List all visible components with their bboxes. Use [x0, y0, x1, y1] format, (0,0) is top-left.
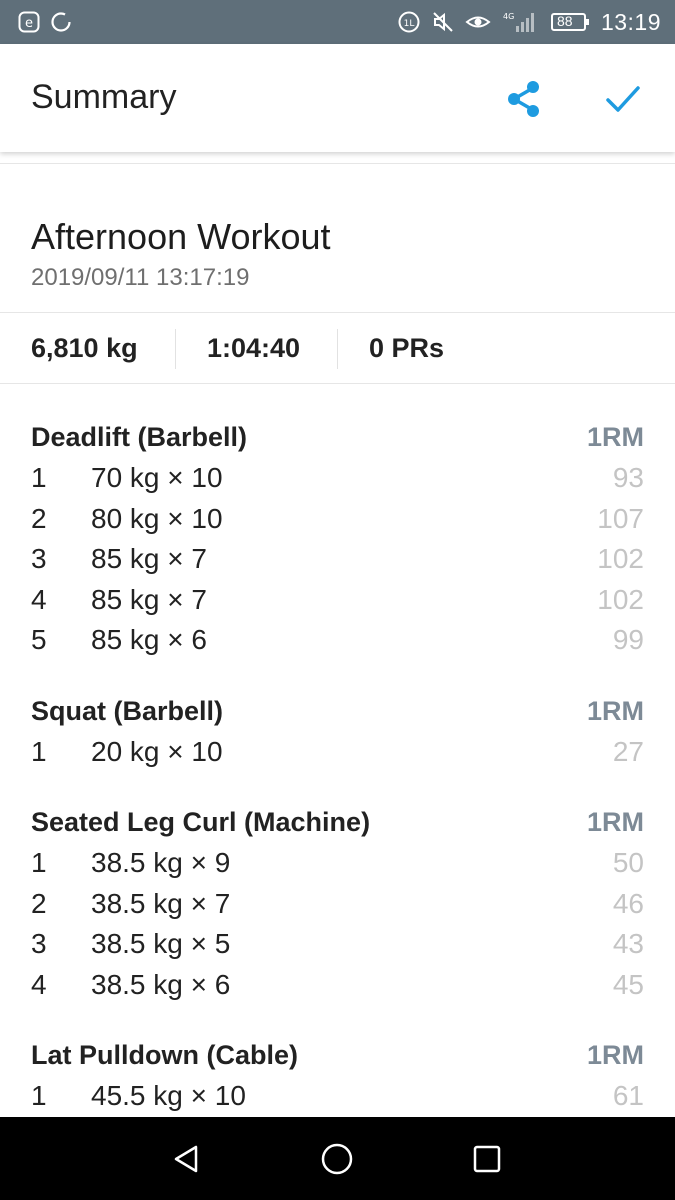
set-one-rm: 107 — [597, 503, 644, 534]
set-one-rm: 46 — [612, 888, 644, 919]
network-type-label: 4G — [503, 12, 514, 21]
share-icon — [508, 81, 539, 117]
status-bar: e 1L 4G 88 13:19 — [0, 0, 675, 44]
exercise-title: Squat (Barbell) — [31, 696, 224, 726]
stat-prs: 0 PRs — [369, 333, 445, 363]
recents-button[interactable] — [465, 1137, 509, 1181]
workout-datetime: 2019/09/11 13:17:19 — [31, 264, 250, 291]
one-rm-header: 1RM — [586, 422, 644, 452]
set-one-rm: 61 — [612, 1080, 644, 1111]
svg-text:e: e — [25, 16, 33, 31]
set-number: 2 — [31, 503, 47, 534]
divider — [0, 163, 675, 164]
set-weight-reps: 38.5 kg × 6 — [91, 969, 231, 1000]
set-number: 1 — [31, 736, 47, 767]
check-icon — [606, 86, 640, 112]
share-button[interactable] — [502, 77, 546, 121]
battery-level: 88 — [556, 13, 573, 29]
set-one-rm: 102 — [597, 584, 644, 615]
exercise-title: Seated Leg Curl (Machine) — [31, 807, 371, 837]
set-one-rm: 93 — [612, 462, 644, 493]
divider — [0, 312, 675, 313]
system-navigation-bar — [0, 1117, 675, 1200]
set-weight-reps: 38.5 kg × 9 — [91, 847, 231, 878]
set-one-rm: 50 — [612, 847, 644, 878]
status-bar-right: 1L 4G 88 13:19 — [397, 9, 661, 36]
set-weight-reps: 85 kg × 7 — [91, 584, 207, 615]
set-one-rm: 102 — [597, 543, 644, 574]
stat-divider — [337, 329, 338, 369]
set-weight-reps: 85 kg × 6 — [91, 624, 207, 655]
eye-comfort-icon — [465, 10, 491, 34]
set-number: 4 — [31, 584, 47, 615]
status-bar-left: e — [18, 11, 72, 33]
exercise-title: Lat Pulldown (Cable) — [31, 1040, 298, 1070]
mute-icon — [431, 10, 455, 34]
set-weight-reps: 80 kg × 10 — [91, 503, 223, 534]
set-number: 5 — [31, 624, 47, 655]
one-rm-header: 1RM — [586, 807, 644, 837]
page-title: Summary — [31, 78, 177, 116]
stat-divider — [175, 329, 176, 369]
stat-duration: 1:04:40 — [207, 333, 301, 363]
set-one-rm: 45 — [612, 969, 644, 1000]
app-bar: Summary — [0, 44, 675, 152]
set-weight-reps: 38.5 kg × 7 — [91, 888, 231, 919]
svg-text:1L: 1L — [404, 19, 415, 29]
one-rm-header: 1RM — [586, 696, 644, 726]
e-app-icon: e — [18, 11, 40, 33]
stat-volume: 6,810 kg — [31, 333, 138, 363]
back-button[interactable] — [165, 1137, 209, 1181]
set-one-rm: 99 — [612, 624, 644, 655]
set-number: 3 — [31, 543, 47, 574]
workout-name: Afternoon Workout — [31, 216, 331, 257]
exercise-title: Deadlift (Barbell) — [31, 422, 248, 452]
set-number: 1 — [31, 847, 47, 878]
set-number: 3 — [31, 928, 47, 959]
recents-icon — [473, 1145, 501, 1173]
set-number: 2 — [31, 888, 47, 919]
divider — [0, 383, 675, 384]
back-icon — [174, 1145, 198, 1173]
set-number: 1 — [31, 1080, 47, 1111]
set-weight-reps: 70 kg × 10 — [91, 462, 223, 493]
signal-icon: 4G — [501, 10, 541, 34]
set-weight-reps: 85 kg × 7 — [91, 543, 207, 574]
set-number: 4 — [31, 969, 47, 1000]
sync-icon — [50, 11, 72, 33]
set-number: 1 — [31, 462, 47, 493]
clock: 13:19 — [600, 8, 661, 35]
home-button[interactable] — [315, 1137, 359, 1181]
set-one-rm: 43 — [612, 928, 644, 959]
finish-button[interactable] — [601, 77, 645, 121]
one-rm-header: 1RM — [586, 1040, 644, 1070]
data-saver-icon: 1L — [397, 10, 421, 34]
set-weight-reps: 45.5 kg × 10 — [91, 1080, 246, 1111]
set-weight-reps: 38.5 kg × 5 — [91, 928, 231, 959]
set-weight-reps: 20 kg × 10 — [91, 736, 223, 767]
set-one-rm: 27 — [612, 736, 644, 767]
home-icon — [321, 1143, 353, 1175]
battery-icon: 88 — [550, 11, 591, 33]
